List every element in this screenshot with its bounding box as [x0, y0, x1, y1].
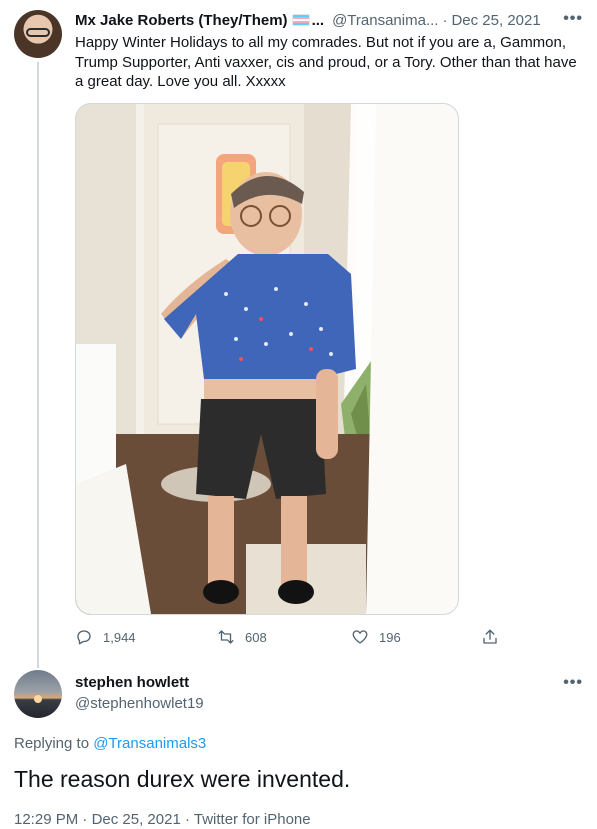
author-handle[interactable]: @Transanima...	[332, 12, 438, 29]
tweet-photo[interactable]	[75, 103, 459, 615]
reply-metadata: 12:29 PM · Dec 25, 2021 · Twitter for iP…	[14, 811, 311, 828]
retweet-count: 608	[245, 629, 267, 645]
like-button[interactable]: 196	[351, 626, 401, 648]
reply-button[interactable]: 1,944	[75, 626, 136, 648]
tweet-header: Mx Jake Roberts (They/Them) ... @Transan…	[75, 10, 585, 30]
reply-count: 1,944	[103, 629, 136, 645]
retweet-button[interactable]: 608	[217, 626, 267, 648]
author-avatar[interactable]	[14, 10, 62, 58]
more-options-icon[interactable]: •••	[563, 10, 583, 28]
thread-connector-line	[37, 62, 39, 668]
like-icon	[352, 630, 368, 644]
author-display-name[interactable]: Mx Jake Roberts (They/Them)	[75, 12, 288, 29]
reply-author-avatar[interactable]	[14, 670, 62, 718]
trans-flag-icon	[291, 14, 310, 26]
replying-to-handle-link[interactable]: @Transanimals3	[93, 735, 206, 752]
name-truncation: ...	[311, 11, 325, 29]
header-separator: ·	[442, 11, 448, 29]
tweet-actions: 1,944 608 196	[75, 626, 515, 648]
like-count: 196	[379, 629, 401, 645]
tweet-date[interactable]: Dec 25, 2021	[451, 12, 540, 29]
reply-source[interactable]: Twitter for iPhone	[194, 811, 311, 828]
avatar-sunset-detail	[34, 695, 42, 703]
share-icon	[483, 629, 497, 644]
meta-separator-1: ·	[82, 811, 88, 828]
retweet-icon	[218, 630, 234, 644]
reply-more-options-icon[interactable]: •••	[563, 674, 583, 692]
reply-author-display-name[interactable]: stephen howlett	[75, 674, 189, 691]
reply-date[interactable]: Dec 25, 2021	[92, 811, 181, 828]
replying-to-prefix: Replying to	[14, 735, 90, 752]
reply-text: The reason durex were invented.	[14, 766, 351, 792]
share-button[interactable]	[481, 626, 499, 648]
replying-to-line: Replying to @Transanimals3	[14, 735, 206, 752]
reply-icon	[77, 630, 91, 645]
reply-author-handle[interactable]: @stephenhowlet19	[75, 695, 204, 712]
photo-illustration	[76, 104, 458, 614]
meta-separator-2: ·	[184, 811, 190, 828]
avatar-glasses-detail	[26, 28, 50, 37]
reply-time[interactable]: 12:29 PM	[14, 811, 78, 828]
tweet-text: Happy Winter Holidays to all my comrades…	[75, 34, 577, 91]
